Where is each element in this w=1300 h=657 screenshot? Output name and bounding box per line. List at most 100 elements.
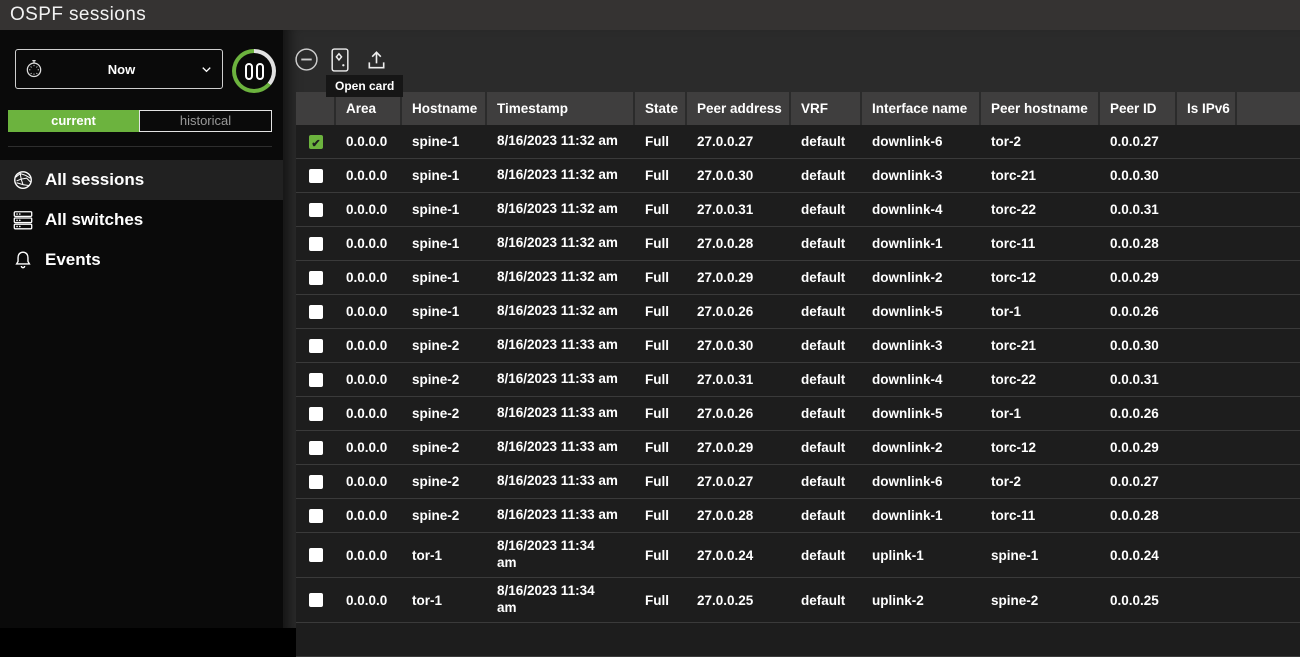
pause-button[interactable] [232,49,276,93]
export-button[interactable] [365,48,388,77]
titlebar: OSPF sessions [0,0,1300,30]
sidebar: Now current historical All sessions [0,30,283,628]
open-card-tooltip: Open card [326,75,403,97]
table-row[interactable]: 0.0.0.0 spine-1 8/16/2023 11:32 am Full … [296,227,1300,261]
cell-peer-hostname: tor-2 [981,465,1100,498]
cell-is-ipv6 [1177,125,1237,158]
column-header-is_ipv6[interactable]: Is IPv6 [1177,92,1237,125]
row-checkbox[interactable] [309,305,323,319]
table-row[interactable]: 0.0.0.0 spine-1 8/16/2023 11:32 am Full … [296,261,1300,295]
row-checkbox[interactable] [309,593,323,607]
cell-vrf: default [791,499,862,532]
cell-peer-hostname: spine-1 [981,533,1100,577]
cell-vrf: default [791,261,862,294]
cell-peer-hostname: torc-22 [981,193,1100,226]
cell-peer-id: 0.0.0.28 [1100,499,1177,532]
column-header-interface_name[interactable]: Interface name [862,92,981,125]
table-row[interactable]: 0.0.0.0 spine-1 8/16/2023 11:32 am Full … [296,193,1300,227]
cell-state: Full [635,295,687,328]
table-row[interactable]: 0.0.0.0 spine-1 8/16/2023 11:32 am Full … [296,125,1300,159]
row-checkbox[interactable] [309,509,323,523]
cell-area: 0.0.0.0 [336,533,402,577]
toggle-historical[interactable]: historical [139,110,272,132]
cell-is-ipv6 [1177,261,1237,294]
cell-hostname: spine-2 [402,363,487,396]
main-panel: Open card AreaHostnameTimestampStatePeer… [283,30,1300,628]
row-checkbox[interactable] [309,339,323,353]
cell-state: Full [635,125,687,158]
table-row[interactable]: 0.0.0.0 spine-2 8/16/2023 11:33 am Full … [296,363,1300,397]
cell-state: Full [635,159,687,192]
column-header-state[interactable]: State [635,92,687,125]
cell-peer-id: 0.0.0.31 [1100,193,1177,226]
row-checkbox[interactable] [309,475,323,489]
cell-vrf: default [791,329,862,362]
cell-peer-hostname: spine-2 [981,578,1100,622]
table-row[interactable]: 0.0.0.0 spine-1 8/16/2023 11:32 am Full … [296,159,1300,193]
row-checkbox[interactable] [309,407,323,421]
row-checkbox[interactable] [309,135,323,149]
column-header-timestamp[interactable]: Timestamp [487,92,635,125]
column-header-peer_id[interactable]: Peer ID [1100,92,1177,125]
row-checkbox[interactable] [309,203,323,217]
row-checkbox[interactable] [309,271,323,285]
cell-hostname: spine-2 [402,499,487,532]
toggle-current[interactable]: current [8,110,139,132]
table-row[interactable]: 0.0.0.0 spine-1 8/16/2023 11:32 am Full … [296,295,1300,329]
cell-peer-id: 0.0.0.31 [1100,363,1177,396]
page-title: OSPF sessions [0,0,1300,30]
bell-icon [12,249,34,271]
cell-peer-address: 27.0.0.28 [687,227,791,260]
table-row[interactable]: 0.0.0.0 tor-1 8/16/2023 11:34 am Full 27… [296,533,1300,578]
cell-interface-name: downlink-1 [862,499,981,532]
table-row[interactable]: 0.0.0.0 spine-2 8/16/2023 11:33 am Full … [296,431,1300,465]
cell-timestamp: 8/16/2023 11:34 am [487,578,635,622]
cell-peer-address: 27.0.0.28 [687,499,791,532]
column-header-vrf[interactable]: VRF [791,92,862,125]
open-card-button[interactable] [331,48,349,77]
stopwatch-icon [24,59,44,79]
cell-peer-address: 27.0.0.26 [687,397,791,430]
cell-is-ipv6 [1177,159,1237,192]
row-checkbox[interactable] [309,237,323,251]
cell-peer-hostname: tor-2 [981,125,1100,158]
column-header-hostname[interactable]: Hostname [402,92,487,125]
column-header-peer_address[interactable]: Peer address [687,92,791,125]
cell-hostname: spine-1 [402,159,487,192]
cell-vrf: default [791,363,862,396]
sidebar-nav: All sessions All switches Events [0,160,283,280]
table-row[interactable]: 0.0.0.0 spine-2 8/16/2023 11:33 am Full … [296,465,1300,499]
cell-timestamp: 8/16/2023 11:33 am [487,431,635,464]
cell-state: Full [635,578,687,622]
cell-peer-id: 0.0.0.29 [1100,261,1177,294]
cell-vrf: default [791,295,862,328]
cell-peer-address: 27.0.0.31 [687,193,791,226]
table-row[interactable]: 0.0.0.0 tor-1 8/16/2023 11:34 am Full 27… [296,578,1300,623]
cell-state: Full [635,261,687,294]
table-row[interactable]: 0.0.0.0 spine-2 8/16/2023 11:33 am Full … [296,397,1300,431]
cell-timestamp: 8/16/2023 11:33 am [487,329,635,362]
time-selector-dropdown[interactable]: Now [15,49,223,89]
cell-area: 0.0.0.0 [336,499,402,532]
table-body: 0.0.0.0 spine-1 8/16/2023 11:32 am Full … [296,125,1300,657]
table-row[interactable]: 0.0.0.0 spine-2 8/16/2023 11:33 am Full … [296,329,1300,363]
cell-peer-address: 27.0.0.29 [687,261,791,294]
cell-peer-address: 27.0.0.26 [687,295,791,328]
cell-hostname: spine-2 [402,431,487,464]
sidebar-item-all-sessions[interactable]: All sessions [0,160,283,200]
sidebar-item-events[interactable]: Events [0,240,283,280]
cell-interface-name: downlink-4 [862,363,981,396]
column-header-peer_hostname[interactable]: Peer hostname [981,92,1100,125]
cell-area: 0.0.0.0 [336,578,402,622]
row-checkbox[interactable] [309,548,323,562]
table-row[interactable]: 0.0.0.0 spine-2 8/16/2023 11:33 am Full … [296,499,1300,533]
collapse-button[interactable] [294,47,319,77]
row-checkbox[interactable] [309,373,323,387]
cell-area: 0.0.0.0 [336,431,402,464]
sidebar-item-all-switches[interactable]: All switches [0,200,283,240]
row-checkbox[interactable] [309,169,323,183]
cell-is-ipv6 [1177,193,1237,226]
row-checkbox[interactable] [309,441,323,455]
cell-vrf: default [791,159,862,192]
cell-is-ipv6 [1177,499,1237,532]
